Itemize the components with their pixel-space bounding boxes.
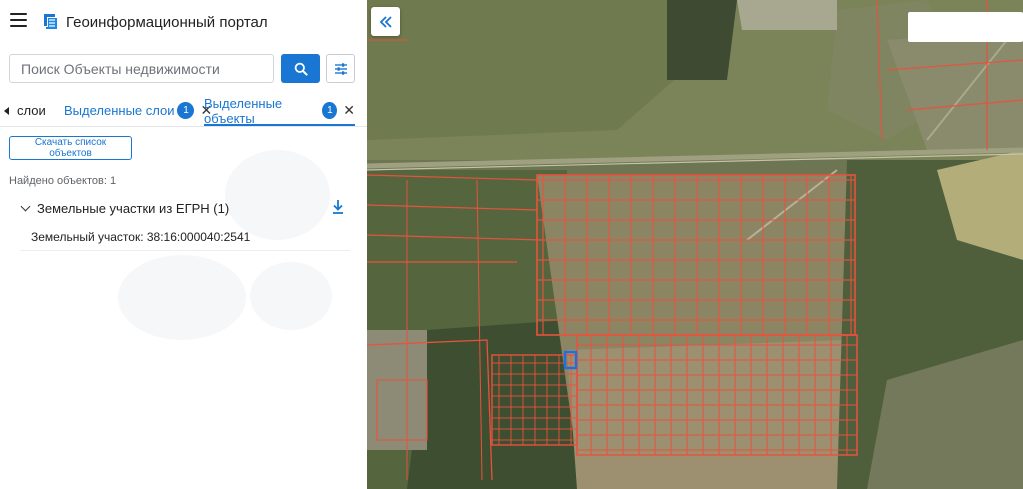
map-widget-panel[interactable] [908,12,1023,42]
collapse-panel-button[interactable] [371,7,400,36]
map-view[interactable] [367,0,1023,489]
app-title: Геоинформационный портал [66,14,268,31]
tab-selected-layers-label: Выделенные слои [64,103,175,118]
search-button[interactable] [281,54,320,83]
portal-logo-icon [44,14,57,29]
close-icon[interactable]: ✕ [343,102,355,119]
tab-selected-objects[interactable]: Выделенные объекты 1 ✕ [204,95,355,126]
tab-layers-label: слои [17,103,46,118]
active-tab-indicator [204,124,355,126]
side-panel: Геоинформационный портал слои Выделенные… [0,0,367,489]
caret-left-icon [4,106,9,115]
selected-objects-count-badge: 1 [322,102,338,119]
found-count: Найдено объектов: 1 [9,175,117,187]
search-icon [294,62,308,76]
list-item[interactable]: Земельный участок: 38:16:000040:2541 [20,226,350,251]
decorative-blob [250,262,332,330]
search-input[interactable] [9,54,274,83]
hamburger-menu-icon[interactable] [10,13,27,27]
tab-selected-layers[interactable]: Выделенные слои 1 ✕ [64,96,212,125]
filter-button[interactable] [326,54,355,83]
download-icon[interactable] [331,199,345,215]
tab-layers[interactable]: слои [4,96,46,125]
satellite-imagery [367,0,1023,489]
decorative-blob [118,255,246,340]
chevron-down-icon [20,201,31,211]
group-header[interactable]: Земельные участки из ЕГРН (1) [20,199,350,217]
app-header: Геоинформационный портал [0,0,367,44]
list-item-label: Земельный участок: 38:16:000040:2541 [31,230,251,244]
tab-bar: слои Выделенные слои 1 ✕ Выделенные объе… [0,96,367,127]
group-title: Земельные участки из ЕГРН (1) [37,200,230,216]
tab-selected-objects-label: Выделенные объекты [204,95,283,126]
sliders-filter-icon [334,62,347,75]
selected-layers-count-badge: 1 [177,102,195,119]
double-chevron-left-icon [379,15,392,28]
download-list-button[interactable]: Скачать список объектов [9,136,132,160]
